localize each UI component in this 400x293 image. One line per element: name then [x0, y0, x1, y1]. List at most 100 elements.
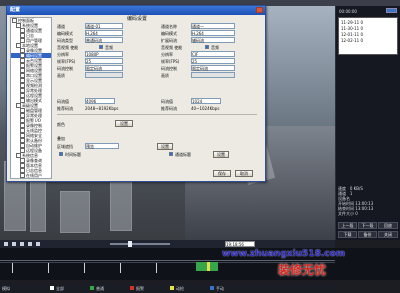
label-av-enable: 音视频 使能 [57, 45, 79, 50]
label-recommend: 推荐码流 [57, 106, 73, 111]
dialog-titlebar[interactable]: 配置 [7, 6, 265, 15]
channel-select[interactable]: 通道-01 [85, 23, 123, 29]
watermark-brand: 装修无忧 [278, 263, 327, 277]
section-title: 编码设置 [127, 16, 148, 22]
recommend-ext-value: 40~1024Kbps [191, 106, 220, 111]
info-row: 文件大小 0 [338, 211, 358, 216]
pause-icon[interactable] [12, 242, 16, 246]
prev-segment-button[interactable]: 上一段 [338, 222, 357, 229]
next-segment-button[interactable]: 下一段 [358, 222, 377, 229]
save-button[interactable]: 保存 [213, 170, 231, 177]
label-recommend-ext: 推荐码流 [161, 106, 177, 111]
time-display: 19:18:56 [225, 241, 255, 247]
legend-all: 全部 [56, 286, 64, 291]
video-pane-right-top[interactable] [263, 6, 335, 126]
config-dialog: 配置 控制面板 系统设置 通道设置 日志 用户管理 本地设置 录像设置 编码设置 云台设置 报警设… [6, 5, 266, 182]
video-building [30, 176, 46, 232]
label-fps: 帧率(FPS) [57, 59, 76, 64]
playback-button[interactable]: 回放 [378, 222, 398, 229]
stop-icon[interactable] [20, 242, 24, 246]
play-icon[interactable] [4, 242, 8, 246]
tree-item[interactable]: 在线用户 [11, 173, 51, 178]
timeline-tick [84, 263, 85, 273]
bitrate-control-select[interactable]: 限定码流 [85, 65, 123, 71]
tree-item-label: 在线用户 [26, 173, 42, 178]
label-bitrate-ext: 码流值 [161, 99, 173, 104]
audio-checkbox-label: 音频 [105, 45, 113, 50]
volume-slider[interactable] [110, 243, 170, 245]
color-set-button[interactable]: 设置 [115, 120, 133, 127]
audio-ext-checkbox[interactable] [205, 45, 209, 49]
time-title-checkbox[interactable] [59, 152, 63, 156]
file-list-item[interactable]: 11-30-11 0 [341, 26, 363, 31]
legend-swatch-normal[interactable] [90, 286, 94, 290]
resolution-ext-select[interactable]: CIF [191, 51, 235, 57]
channel-title-checkbox[interactable] [169, 152, 173, 156]
quality-ext-select[interactable] [191, 72, 235, 78]
label-color: 颜色 [57, 122, 65, 127]
quality-select[interactable] [85, 72, 123, 78]
timeline-tick [48, 263, 49, 273]
playback-side-panel: 00:00:00 11-29-11 0 11-30-11 0 12-01-11 … [335, 6, 400, 240]
label-av-enable-ext: 音视频 使能 [161, 45, 183, 50]
codec-select[interactable]: H.264 [85, 30, 123, 36]
label-resolution: 分辨率 [57, 52, 69, 57]
legend-swatch-manual[interactable] [210, 286, 214, 290]
label-quality: 画质 [57, 73, 65, 78]
file-list-item[interactable]: 12-01-11 0 [341, 32, 363, 37]
dialog-title: 配置 [10, 7, 21, 13]
legend-swatch-alarm[interactable] [130, 286, 134, 290]
bitrate-ext-input[interactable]: 1024 [191, 98, 221, 104]
legend-alarm: 报警 [136, 286, 144, 291]
time-title-label: 时间标题 [65, 152, 81, 157]
label-codec-ext: 编码模式 [161, 31, 177, 36]
search-button[interactable] [386, 8, 397, 13]
audio-checkbox[interactable] [99, 45, 103, 49]
legend-label: 模拟 [2, 286, 10, 291]
resolution-select[interactable]: 1080P [85, 51, 123, 57]
bitrate-input[interactable]: 4096 [85, 98, 115, 104]
divider [57, 114, 257, 115]
download-button[interactable]: 下载 [338, 231, 357, 238]
fast-icon[interactable] [36, 242, 40, 246]
file-list[interactable]: 11-29-11 0 11-30-11 0 12-01-11 0 12-02-1… [338, 17, 398, 55]
cancel-button[interactable]: 取消 [235, 170, 253, 177]
file-list-item[interactable]: 12-02-11 0 [341, 38, 363, 43]
recording-segment-marker[interactable] [207, 262, 210, 271]
volume-slider-thumb[interactable] [128, 241, 132, 247]
channel-name-input[interactable]: 通道一 [191, 23, 235, 29]
file-info: 速度 0 KB/S 通道 1 设备名 开始时间 13:00:13 结束时间 13… [338, 186, 398, 216]
close-button[interactable]: 关闭 [378, 231, 398, 238]
fps-select[interactable]: 25 [85, 58, 123, 64]
settings-tree[interactable]: 控制面板 系统设置 通道设置 日志 用户管理 本地设置 录像设置 编码设置 云台设置 报警设置 网络… [10, 17, 52, 179]
bitrate-control-ext-select[interactable]: 限定码流 [191, 65, 235, 71]
region-cover-set-button[interactable]: 设置 [157, 143, 173, 150]
ext-stream-select[interactable]: 辅码流 [191, 37, 235, 43]
channel-title-set-button[interactable]: 设置 [213, 151, 229, 158]
recommend-value: 2048~8192Kbps [85, 106, 119, 111]
node-icon [20, 173, 25, 178]
stream-type-select[interactable]: 普通码流 [85, 37, 123, 43]
label-channel: 通道 [57, 24, 65, 29]
video-building [110, 181, 132, 231]
record-type-legend: 模拟 全部 普通 报警 动检 手动 [0, 284, 335, 293]
legend-swatch-all[interactable] [50, 286, 54, 290]
play-control-bar: 19:18:56 [0, 240, 335, 248]
watermark-url: www.zhuangxiu518.com [222, 249, 346, 259]
label-quality-ext: 画质 [161, 73, 169, 78]
label-codec: 编码模式 [57, 31, 73, 36]
close-icon[interactable] [256, 7, 263, 13]
label-ext-stream: 扩展码流 [161, 38, 177, 43]
legend-swatch-motion[interactable] [170, 286, 174, 290]
backup-button[interactable]: 备份 [358, 231, 377, 238]
file-list-item[interactable]: 11-29-11 0 [341, 20, 363, 25]
slow-icon[interactable] [28, 242, 32, 246]
timeline-ruler [0, 260, 335, 261]
audio-ext-checkbox-label: 音频 [211, 45, 219, 50]
label-region-cover: 区域遮挡 [57, 144, 73, 149]
fps-ext-select[interactable]: 25 [191, 58, 235, 64]
region-cover-select[interactable]: 预览 [85, 143, 119, 149]
timeline-tick [12, 263, 13, 273]
codec-ext-select[interactable]: H.264 [191, 30, 235, 36]
channel-title-label: 通道标题 [175, 152, 191, 157]
